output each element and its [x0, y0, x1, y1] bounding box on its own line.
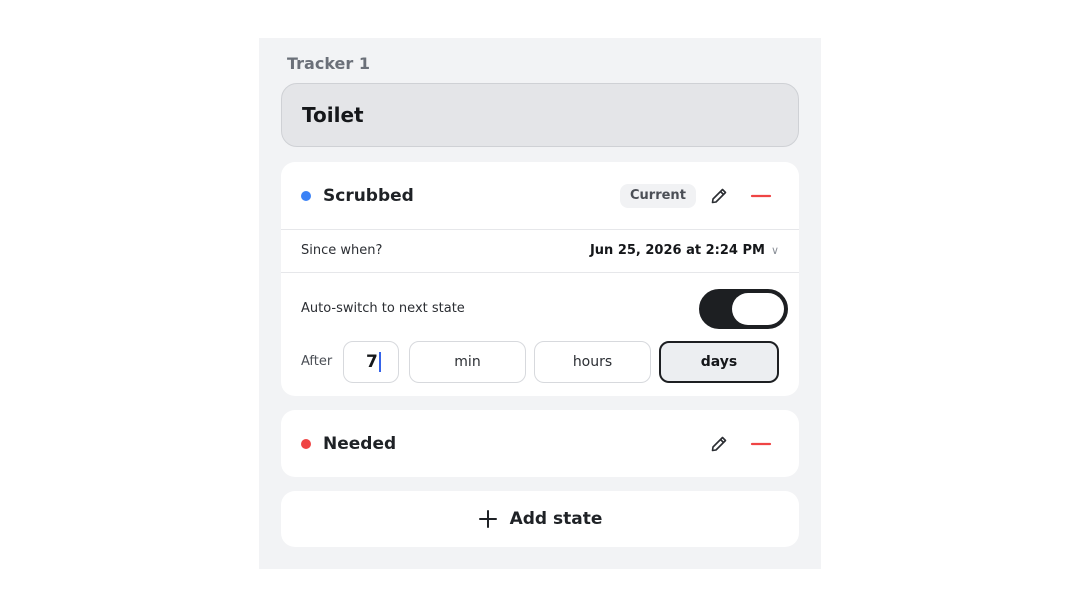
toggle-knob [732, 293, 784, 325]
tracker-label: Tracker 1 [287, 54, 370, 73]
after-value-input[interactable]: 7 [343, 341, 399, 383]
edit-state-button[interactable] [705, 182, 733, 210]
remove-state-button[interactable] [747, 182, 775, 210]
since-label: Since when? [301, 243, 383, 258]
state-card-scrubbed: Scrubbed Current Since when? Jun 25, 202… [281, 162, 799, 396]
divider [281, 272, 799, 273]
add-state-label: Add state [509, 509, 603, 529]
after-label: After [301, 354, 333, 369]
state-color-dot [301, 438, 311, 449]
chevron-down-icon: ∨ [770, 244, 779, 257]
state-color-dot [301, 190, 311, 201]
minus-icon [750, 442, 772, 445]
after-value: 7 [366, 352, 378, 372]
since-datetime[interactable]: Jun 25, 2026 at 2:24 PM ∨ [590, 243, 779, 258]
since-row[interactable]: Since when? Jun 25, 2026 at 2:24 PM ∨ [281, 229, 799, 272]
unit-min-button[interactable]: min [409, 341, 526, 383]
edit-state-button[interactable] [705, 430, 733, 458]
unit-days-button[interactable]: days [659, 341, 779, 383]
pencil-icon [711, 436, 727, 451]
state-card-needed: Needed [281, 410, 799, 477]
auto-switch-label: Auto-switch to next state [301, 301, 465, 316]
plus-icon [478, 510, 497, 528]
add-state-button[interactable]: Add state [281, 491, 799, 547]
state-name: Needed [323, 433, 397, 454]
state-header: Needed [281, 410, 799, 477]
remove-state-button[interactable] [747, 430, 775, 458]
auto-switch-toggle[interactable] [699, 289, 788, 329]
pencil-icon [711, 188, 727, 203]
text-caret [378, 352, 381, 372]
state-header: Scrubbed Current [281, 162, 799, 229]
tracker-name-field[interactable]: Toilet [281, 83, 799, 147]
since-value: Jun 25, 2026 at 2:24 PM [589, 243, 765, 258]
tracker-panel: Tracker 1 Toilet Scrubbed Current Since … [259, 38, 821, 569]
current-badge: Current [620, 183, 696, 208]
minus-icon [750, 194, 772, 197]
state-name: Scrubbed [323, 185, 414, 206]
unit-hours-button[interactable]: hours [534, 341, 651, 383]
